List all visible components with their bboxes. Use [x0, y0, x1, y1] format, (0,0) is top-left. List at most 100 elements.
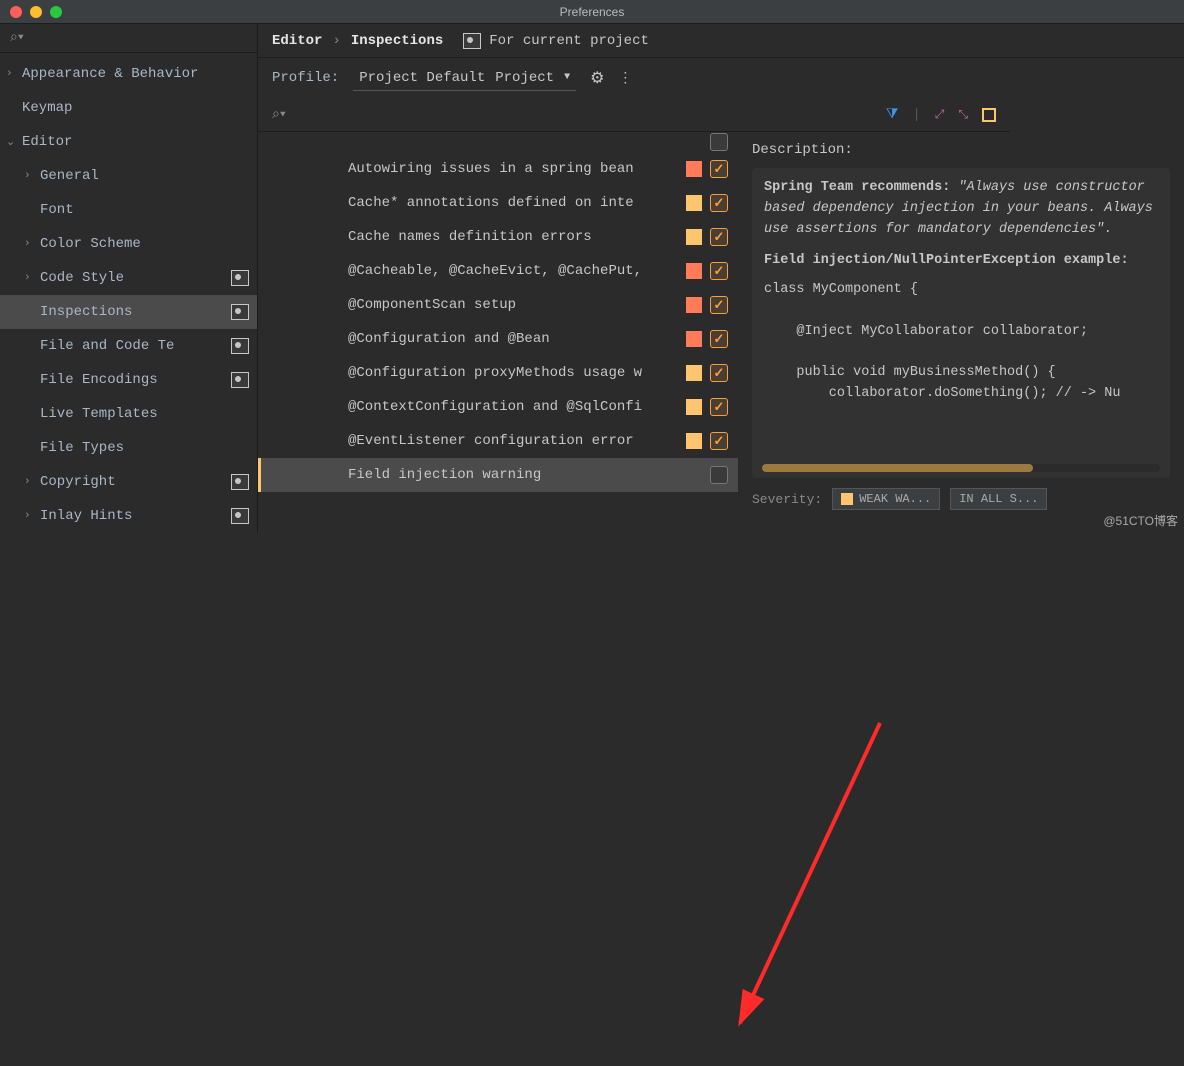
- chevron-icon: ⌄: [6, 135, 15, 149]
- description-panel: Description: Spring Team recommends: "Al…: [738, 132, 1184, 533]
- sidebar-item-inspections[interactable]: Inspections: [0, 295, 257, 329]
- expand-all-icon[interactable]: ⤢: [935, 108, 945, 122]
- checkbox[interactable]: [710, 228, 728, 246]
- sidebar-item-label: Inspections: [40, 304, 132, 320]
- inspection-row[interactable]: @Configuration proxyMethods usage w: [258, 356, 738, 390]
- gear-icon[interactable]: ⚙: [590, 68, 604, 88]
- breadcrumb: Editor › Inspections For current project: [258, 24, 1184, 58]
- inspection-row[interactable]: @Cacheable, @CacheEvict, @CachePut,: [258, 254, 738, 288]
- severity-swatch: [686, 297, 702, 313]
- annotation-arrow: [0, 533, 1184, 1066]
- inspection-row[interactable]: @EventListener configuration error: [258, 424, 738, 458]
- sidebar-item-general[interactable]: ›General: [0, 159, 257, 193]
- sidebar-item-file-encodings[interactable]: File Encodings: [0, 363, 257, 397]
- sidebar-item-label: General: [40, 168, 99, 184]
- inspection-row[interactable]: Cache* annotations defined on inte: [258, 186, 738, 220]
- project-icon: [463, 33, 481, 49]
- checkbox[interactable]: [710, 466, 728, 484]
- more-icon[interactable]: ⋮: [618, 70, 633, 87]
- checkbox[interactable]: [710, 364, 728, 382]
- profile-selector[interactable]: Project Default Project ▼: [353, 66, 576, 91]
- description-body: Spring Team recommends: "Always use cons…: [752, 168, 1170, 478]
- collapse-all-icon[interactable]: ⤡: [958, 108, 968, 122]
- sidebar-item-label: Keymap: [22, 100, 72, 116]
- sidebar-item-editor[interactable]: ⌄Editor: [0, 125, 257, 159]
- toggle-icon[interactable]: [982, 108, 996, 122]
- severity-bar: Severity: WEAK WA... IN ALL S...: [752, 488, 1170, 510]
- scope-selector[interactable]: IN ALL S...: [950, 488, 1047, 510]
- for-project-label: For current project: [489, 33, 649, 49]
- code-block: class MyComponent { @Inject MyCollaborat…: [764, 280, 1158, 406]
- checkbox[interactable]: [710, 160, 728, 178]
- inspection-list[interactable]: Autowiring issues in a spring bean Cache*…: [258, 132, 738, 533]
- sidebar-item-appearance-behavior[interactable]: ›Appearance & Behavior: [0, 57, 257, 91]
- search-icon: ⌕▾: [10, 30, 24, 46]
- sidebar-item-label: Color Scheme: [40, 236, 141, 252]
- profile-scope: Project: [495, 70, 554, 86]
- sidebar-item-file-types[interactable]: File Types: [0, 431, 257, 465]
- h-scrollbar[interactable]: [762, 464, 1160, 472]
- filter-icon[interactable]: ⧩: [886, 107, 899, 123]
- profile-bar: Profile: Project Default Project ▼ ⚙ ⋮: [258, 58, 1184, 98]
- chevron-right-icon: ›: [332, 33, 340, 49]
- checkbox[interactable]: [710, 432, 728, 450]
- sidebar-item-file-and-code-templates[interactable]: File and Code Te: [0, 329, 257, 363]
- sidebar-item-keymap[interactable]: Keymap: [0, 91, 257, 125]
- project-icon: [231, 304, 249, 320]
- inspection-toolbar: ⌕▾ ⧩ | ⤢ ⤡: [258, 98, 1010, 132]
- checkbox[interactable]: [710, 398, 728, 416]
- inspection-row[interactable]: @ContextConfiguration and @SqlConfi: [258, 390, 738, 424]
- checkbox[interactable]: [710, 262, 728, 280]
- window-titlebar: Preferences: [0, 0, 1184, 24]
- sidebar-item-color-scheme[interactable]: › Color Scheme: [0, 227, 257, 261]
- chevron-down-icon: ▼: [564, 72, 570, 83]
- inspection-label: Cache* annotations defined on inte: [348, 195, 686, 211]
- profile-label: Profile:: [272, 70, 339, 86]
- sidebar-item-inlay-hints[interactable]: ›Inlay Hints: [0, 499, 257, 533]
- inspection-row[interactable]: @ComponentScan setup: [258, 288, 738, 322]
- project-icon: [231, 270, 249, 286]
- checkbox[interactable]: [710, 330, 728, 348]
- sidebar-item-label: File Types: [40, 440, 124, 456]
- project-icon: [231, 474, 249, 490]
- inspection-row[interactable]: Field injection warning: [258, 458, 738, 492]
- zoom-icon[interactable]: [50, 6, 62, 18]
- window-title: Preferences: [560, 5, 625, 19]
- window-controls[interactable]: [10, 6, 62, 18]
- chevron-icon: ›: [24, 238, 31, 250]
- sidebar-item-label: File Encodings: [40, 372, 158, 388]
- chevron-icon: ›: [24, 272, 31, 284]
- severity-swatch: [686, 365, 702, 381]
- checkbox[interactable]: [710, 296, 728, 314]
- severity-swatch: [686, 433, 702, 449]
- minimize-icon[interactable]: [30, 6, 42, 18]
- checkbox[interactable]: [710, 194, 728, 212]
- inspection-row[interactable]: Autowiring issues in a spring bean: [258, 152, 738, 186]
- inspection-row[interactable]: Cache names definition errors: [258, 220, 738, 254]
- crumb-editor: Editor: [272, 33, 322, 49]
- inspection-row[interactable]: @Configuration and @Bean: [258, 322, 738, 356]
- inspection-label: @EventListener configuration error: [348, 433, 686, 449]
- sidebar-item-live-templates[interactable]: Live Templates: [0, 397, 257, 431]
- severity-swatch: [686, 331, 702, 347]
- sidebar-item-code-style[interactable]: ›Code Style: [0, 261, 257, 295]
- crumb-inspections: Inspections: [351, 33, 443, 49]
- severity-swatch: [686, 263, 702, 279]
- inspection-label: @ContextConfiguration and @SqlConfi: [348, 399, 686, 415]
- checkbox[interactable]: [710, 133, 728, 151]
- inspection-label: @Configuration proxyMethods usage w: [348, 365, 686, 381]
- search-icon[interactable]: ⌕▾: [272, 107, 286, 123]
- sidebar-item-copyright[interactable]: ›Copyright: [0, 465, 257, 499]
- sidebar-search[interactable]: ⌕▾: [0, 24, 257, 53]
- chevron-icon: ›: [6, 68, 13, 80]
- severity-swatch: [686, 161, 702, 177]
- inspection-label: @Cacheable, @CacheEvict, @CachePut,: [348, 263, 686, 279]
- severity-swatch: [686, 195, 702, 211]
- settings-sidebar: ⌕▾ ›Appearance & BehaviorKeymap⌄Editor›G…: [0, 24, 258, 533]
- severity-selector[interactable]: WEAK WA...: [832, 488, 940, 510]
- sidebar-item-font[interactable]: Font: [0, 193, 257, 227]
- close-icon[interactable]: [10, 6, 22, 18]
- severity-swatch: [686, 399, 702, 415]
- sidebar-item-label: Font: [40, 202, 74, 218]
- recommends-label: Spring Team recommends:: [764, 180, 950, 195]
